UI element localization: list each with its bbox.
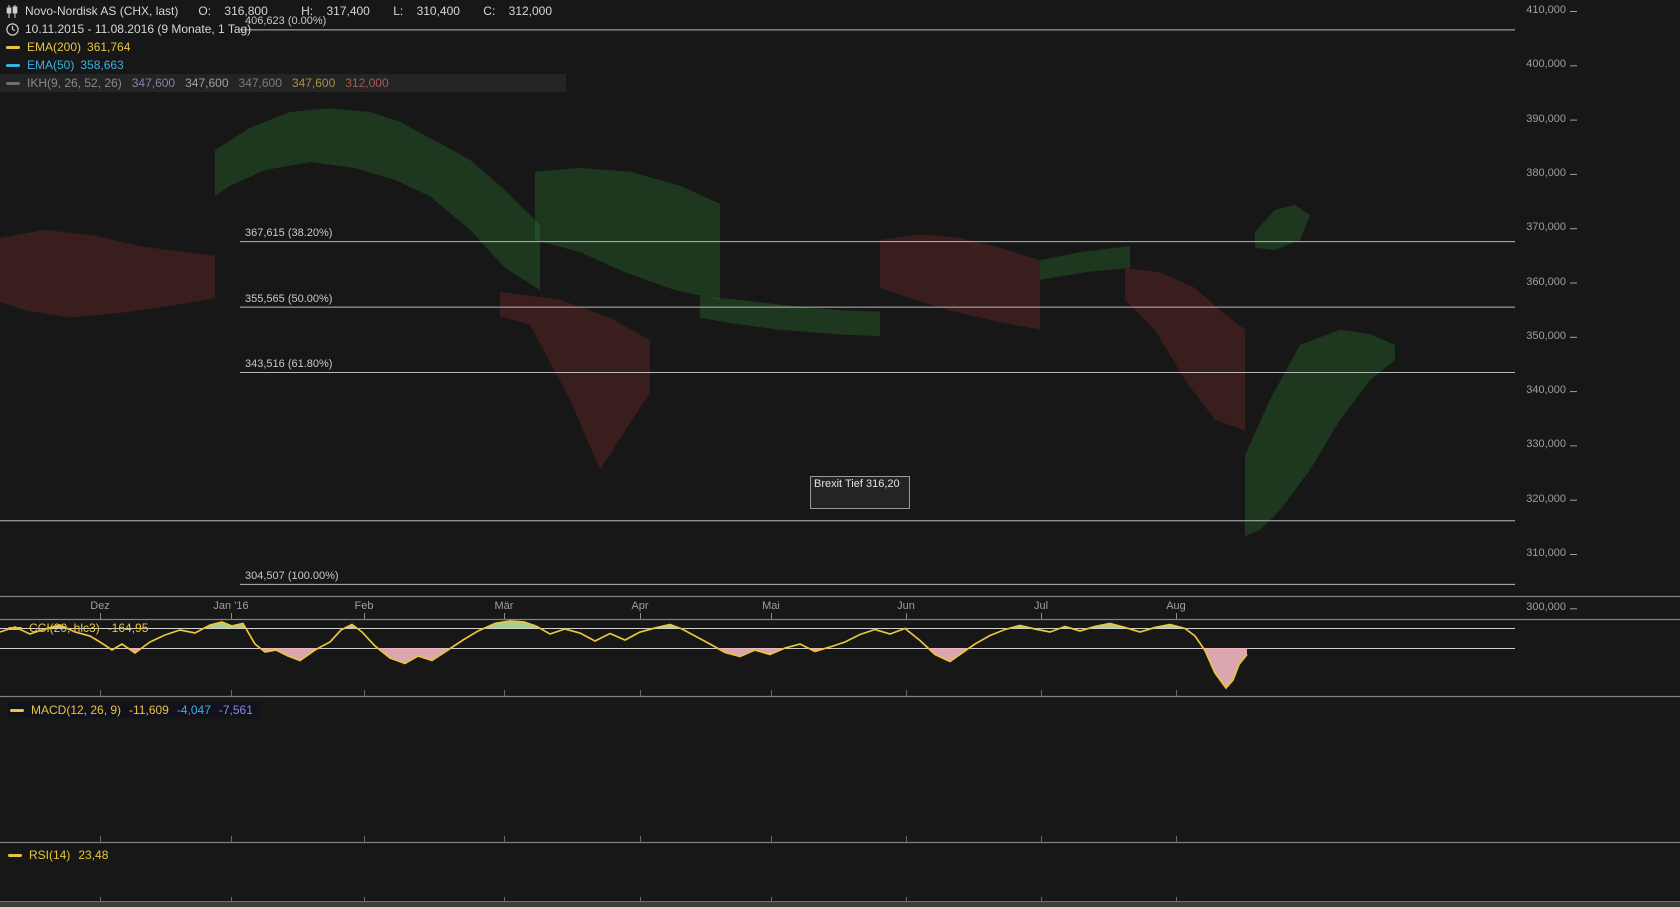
- month-label-8: Aug: [1166, 600, 1186, 612]
- symbol-ohlc-row[interactable]: Novo-Nordisk AS (CHX, last) O: 316,800 H…: [0, 2, 566, 20]
- ema200-value: 361,764: [87, 40, 130, 54]
- rsi-value: 23,48: [78, 848, 108, 862]
- cloud-red: [500, 292, 650, 470]
- cci-value: -164,95: [108, 621, 149, 635]
- price-axis-label-3: 380,000: [1514, 167, 1566, 179]
- horizontal-scrollbar[interactable]: [0, 901, 1680, 907]
- ikh-value-5: 312,000: [345, 76, 388, 90]
- cci-under-fill: [109, 648, 1247, 688]
- price-axis-label-11: 300,000: [1514, 601, 1566, 613]
- chart-window: Novo-Nordisk AS (CHX, last) O: 316,800 H…: [0, 0, 1680, 907]
- date-range-row[interactable]: 10.11.2015 - 11.08.2016 (9 Monate, 1 Tag…: [0, 20, 566, 38]
- month-label-1: Jan '16: [213, 600, 248, 612]
- cloud-red: [0, 230, 215, 318]
- cloud-green: [1245, 330, 1395, 536]
- price-axis-label-5: 360,000: [1514, 276, 1566, 288]
- candlestick-chart-icon: [6, 5, 19, 18]
- ema200-swatch-icon: [6, 46, 20, 49]
- cloud-green: [215, 108, 430, 196]
- cloud-red: [880, 234, 1040, 330]
- month-label-3: Mär: [495, 600, 514, 612]
- month-label-2: Feb: [355, 600, 374, 612]
- month-label-0: Dez: [90, 600, 110, 612]
- price-axis-label-0: 410,000: [1514, 4, 1566, 16]
- legend-item-ema200[interactable]: EMA(200) 361,764: [0, 38, 566, 56]
- rsi-swatch-icon: [8, 854, 22, 857]
- cloud-green: [430, 138, 540, 290]
- cci-over-fill: [12, 621, 1183, 628]
- ohlc-values: O: 316,800 H: 317,400 L: 310,400 C: 312,…: [178, 4, 552, 18]
- fib-label-1: 367,615 (38.20%): [245, 227, 332, 239]
- ema50-swatch-icon: [6, 64, 20, 67]
- month-label-6: Jun: [897, 600, 915, 612]
- ichimoku-cloud-layer: [0, 108, 1395, 536]
- fib-label-3: 343,516 (61.80%): [245, 358, 332, 370]
- date-range-text: 10.11.2015 - 11.08.2016 (9 Monate, 1 Tag…: [25, 22, 251, 36]
- ikh-value-4: 347,600: [292, 76, 335, 90]
- cci-line: [0, 621, 1247, 688]
- chart-legend: Novo-Nordisk AS (CHX, last) O: 316,800 H…: [0, 2, 566, 92]
- cci-swatch-icon: [8, 627, 22, 630]
- macd-value: -11,609: [129, 703, 169, 717]
- macd-signal-value: -4,047: [177, 703, 211, 717]
- price-axis-label-7: 340,000: [1514, 384, 1566, 396]
- price-axis-label-2: 390,000: [1514, 113, 1566, 125]
- fib-label-4: 304,507 (100.00%): [245, 570, 339, 582]
- ikh-value-3: 347,600: [239, 76, 282, 90]
- clock-icon: [6, 23, 19, 36]
- month-label-7: Jul: [1034, 600, 1048, 612]
- price-axis-label-6: 350,000: [1514, 330, 1566, 342]
- chart-canvas[interactable]: [0, 0, 1680, 907]
- cloud-red: [1125, 268, 1245, 430]
- ikh-value-1: 347,600: [132, 76, 175, 90]
- ikh-swatch-icon: [6, 82, 20, 85]
- symbol-title: Novo-Nordisk AS (CHX, last): [25, 4, 178, 18]
- ema50-value: 358,663: [80, 58, 123, 72]
- price-axis-label-1: 400,000: [1514, 58, 1566, 70]
- macd-indicator-label[interactable]: MACD(12, 26, 9) -11,609 -4,047 -7,561: [8, 702, 259, 718]
- rsi-indicator-label[interactable]: RSI(14) 23,48: [8, 848, 108, 862]
- cloud-green: [1040, 246, 1130, 280]
- annotation-brexit-box[interactable]: Brexit Tief 316,20: [810, 476, 910, 509]
- price-axis-label-10: 310,000: [1514, 547, 1566, 559]
- month-label-4: Apr: [631, 600, 648, 612]
- price-axis-label-9: 320,000: [1514, 493, 1566, 505]
- legend-item-ema50[interactable]: EMA(50) 358,663: [0, 56, 566, 74]
- month-label-5: Mai: [762, 600, 780, 612]
- fib-label-2: 355,565 (50.00%): [245, 293, 332, 305]
- cloud-green: [535, 168, 720, 300]
- macd-swatch-icon: [10, 709, 24, 712]
- price-axis-label-8: 330,000: [1514, 438, 1566, 450]
- cloud-green: [700, 296, 880, 336]
- ikh-value-2: 347,600: [185, 76, 228, 90]
- macd-hist-value: -7,561: [219, 703, 253, 717]
- price-axis-label-4: 370,000: [1514, 221, 1566, 233]
- legend-item-ikh[interactable]: IKH(9, 26, 52, 26) 347,600 347,600 347,6…: [0, 74, 566, 92]
- cci-indicator-label[interactable]: CCI(20, hlc3) -164,95: [8, 621, 148, 635]
- cloud-green: [1255, 205, 1310, 250]
